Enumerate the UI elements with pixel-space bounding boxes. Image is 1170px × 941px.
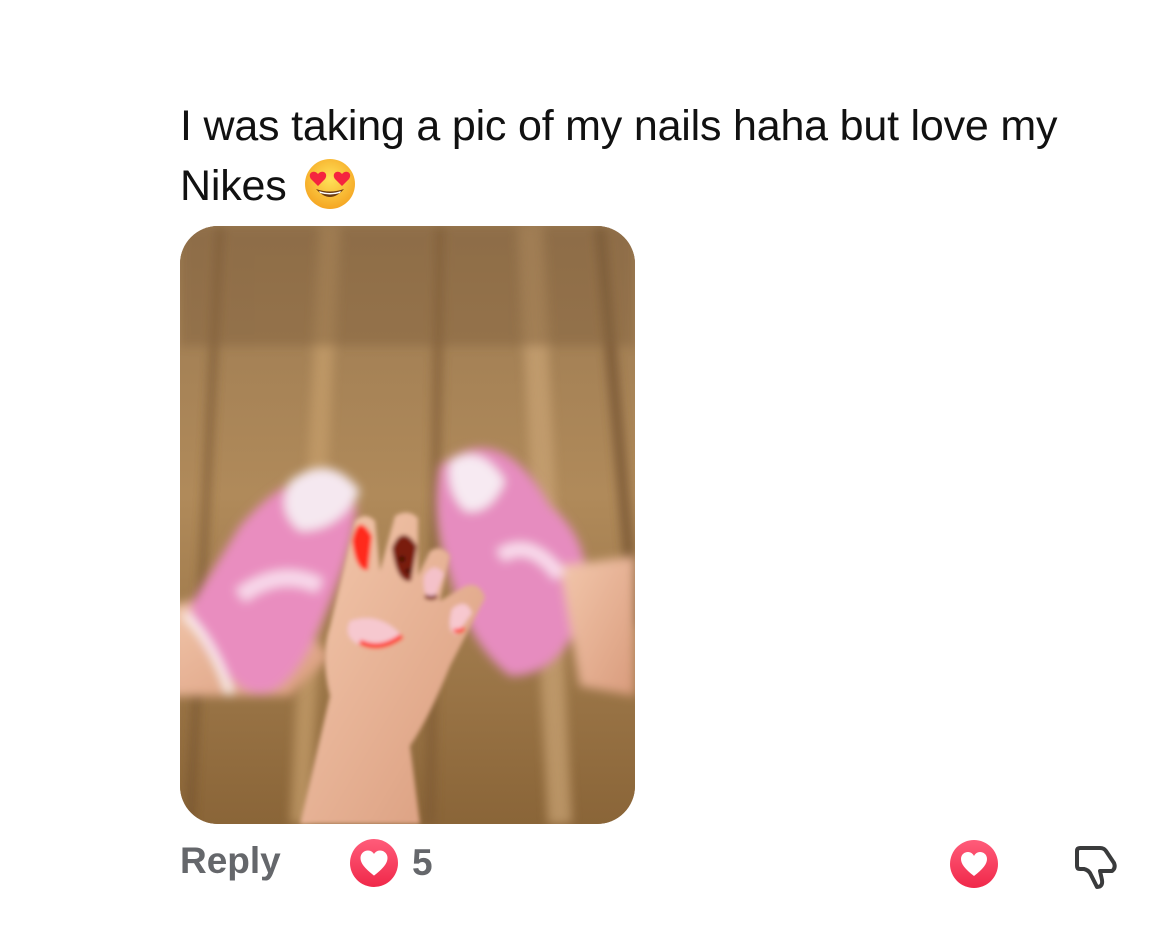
heart-icon xyxy=(950,840,998,888)
reaction-summary[interactable]: 5 xyxy=(350,838,433,888)
like-button[interactable] xyxy=(950,840,998,888)
heart-icon xyxy=(350,839,398,887)
reply-button[interactable]: Reply xyxy=(180,840,281,882)
comment-actions: Reply 5 xyxy=(0,832,1170,896)
comment-text: I was taking a pic of my nails haha but … xyxy=(180,96,1140,216)
comment-photo[interactable] xyxy=(180,226,635,824)
reaction-count: 5 xyxy=(412,842,433,883)
thumbs-down-icon xyxy=(1075,846,1117,889)
heart-eyes-emoji-icon xyxy=(304,158,356,210)
dislike-button[interactable] xyxy=(1074,842,1120,890)
photo-illustration xyxy=(180,226,635,824)
